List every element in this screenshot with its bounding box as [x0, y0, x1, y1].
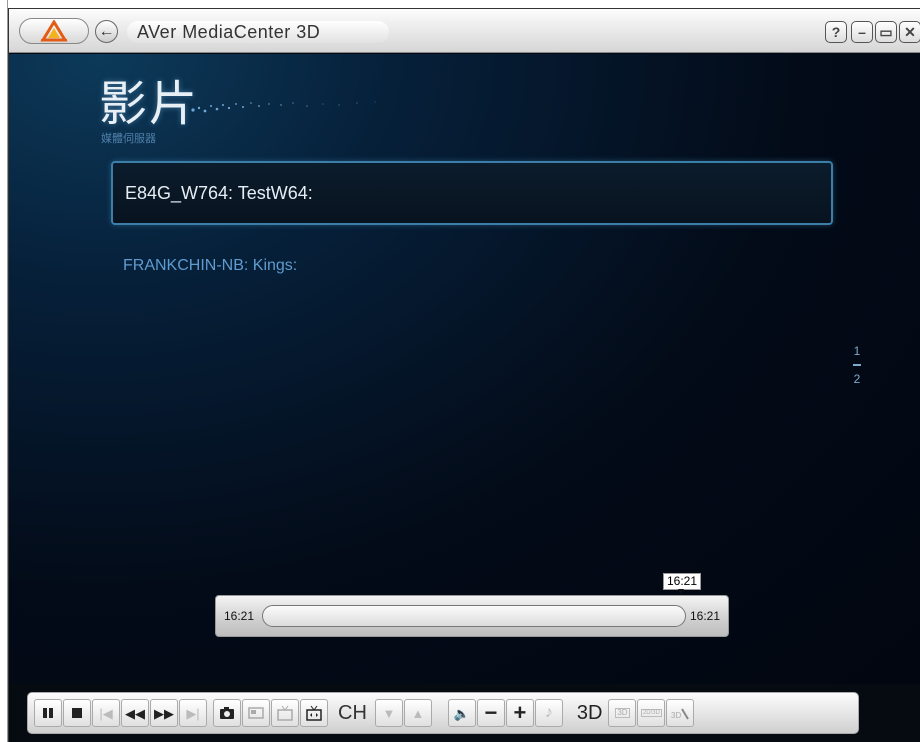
- content-area: 影片 媒體伺服器 E84G_W764: TestW64: FRANKCHIN-N…: [9, 54, 920, 684]
- time-tooltip: 16:21: [663, 573, 702, 590]
- pip-icon: [248, 707, 264, 719]
- end-time: 16:21: [689, 609, 720, 623]
- channel-down-button[interactable]: ▼: [374, 699, 403, 727]
- total-pages: 2: [853, 372, 861, 386]
- server-label: E84G_W764: TestW64:: [125, 182, 313, 203]
- rewind-icon: ◀◀: [125, 705, 145, 721]
- 3d-tv-icon: 3D: [615, 708, 630, 718]
- next-button[interactable]: ▶|: [179, 699, 207, 727]
- title-bar: ← AVer MediaCenter 3D ? – ▭ ✕: [9, 9, 920, 53]
- svg-text:3D: 3D: [671, 711, 681, 720]
- page-subtitle: 媒體伺服器: [101, 133, 156, 145]
- start-time: 16:21: [224, 609, 255, 623]
- timeline-slider[interactable]: [262, 605, 686, 627]
- pause-button[interactable]: [34, 699, 62, 727]
- 2d-to-3d-button[interactable]: 2D/3D: [637, 699, 666, 727]
- 3d-settings-wrench-icon: 3D: [671, 708, 690, 720]
- time-shift-bar: 16:21 16:21: [215, 595, 729, 637]
- decorative-particles: [191, 101, 376, 113]
- current-page: 1: [853, 344, 861, 358]
- page-indicator: 1 2: [849, 344, 865, 386]
- server-item[interactable]: FRANKCHIN-NB: Kings:: [111, 234, 833, 298]
- tv-aspect-icon: [306, 705, 322, 721]
- minimize-button[interactable]: –: [851, 21, 873, 43]
- minimize-icon: –: [858, 24, 866, 40]
- plus-icon: +: [513, 700, 527, 725]
- channel-up-button[interactable]: ▲: [403, 699, 432, 727]
- close-icon: ✕: [904, 23, 916, 40]
- pip-button[interactable]: [242, 699, 270, 727]
- volume-down-button[interactable]: −: [476, 699, 505, 727]
- aver-logo-icon: [40, 20, 68, 42]
- app-menu-button[interactable]: [19, 18, 89, 44]
- fast-forward-button[interactable]: ▶▶: [150, 699, 178, 727]
- control-bar: |◀ ◀◀ ▶▶ ▶| CH ▼ ▲ 🔈 − + ♪ 3D 3D 2D/3D 3…: [27, 692, 859, 734]
- audio-button[interactable]: ♪: [534, 699, 563, 727]
- server-label: FRANKCHIN-NB: Kings:: [123, 257, 298, 274]
- app-window: ← AVer MediaCenter 3D ? – ▭ ✕ 影片 媒體伺服器 E…: [8, 8, 920, 742]
- skip-previous-icon: |◀: [99, 705, 113, 721]
- help-icon: ?: [831, 24, 841, 40]
- speaker-icon: 🔈: [453, 705, 470, 721]
- pause-icon: [43, 708, 53, 718]
- help-button[interactable]: ?: [825, 21, 847, 43]
- time-marker-icon: [678, 589, 684, 594]
- stop-icon: [72, 708, 82, 718]
- tv-schedule-button[interactable]: [271, 699, 299, 727]
- aspect-ratio-button[interactable]: [300, 699, 328, 727]
- 3d-mode-button[interactable]: 3D: [608, 699, 637, 727]
- fast-forward-icon: ▶▶: [154, 705, 174, 721]
- arrow-up-icon: ▲: [411, 705, 425, 721]
- music-note-icon: ♪: [544, 704, 553, 721]
- app-title: AVer MediaCenter 3D: [127, 21, 389, 43]
- maximize-button[interactable]: ▭: [875, 21, 897, 43]
- channel-label: CH: [338, 701, 367, 724]
- back-arrow-icon: ←: [98, 22, 115, 40]
- volume-up-button[interactable]: +: [505, 699, 534, 727]
- camera-icon: [220, 707, 234, 719]
- rewind-button[interactable]: ◀◀: [121, 699, 149, 727]
- stop-button[interactable]: [63, 699, 91, 727]
- tv-icon: [277, 705, 293, 721]
- server-item-selected[interactable]: E84G_W764: TestW64:: [111, 161, 833, 225]
- arrow-down-icon: ▼: [382, 705, 396, 721]
- skip-next-icon: ▶|: [186, 705, 200, 721]
- 3d-settings-button[interactable]: 3D: [666, 699, 695, 727]
- page-title: 影片: [99, 76, 200, 132]
- maximize-icon: ▭: [879, 23, 893, 40]
- minus-icon: −: [484, 700, 498, 725]
- snapshot-button[interactable]: [213, 699, 241, 727]
- close-button[interactable]: ✕: [899, 21, 920, 43]
- window-left-edge: [0, 0, 8, 742]
- 2d-3d-icon: 2D/3D: [640, 709, 662, 717]
- page-separator: [853, 364, 861, 366]
- previous-button[interactable]: |◀: [92, 699, 120, 727]
- mute-button[interactable]: 🔈: [447, 699, 476, 727]
- back-button[interactable]: ←: [95, 20, 118, 43]
- 3d-label: 3D: [576, 701, 603, 724]
